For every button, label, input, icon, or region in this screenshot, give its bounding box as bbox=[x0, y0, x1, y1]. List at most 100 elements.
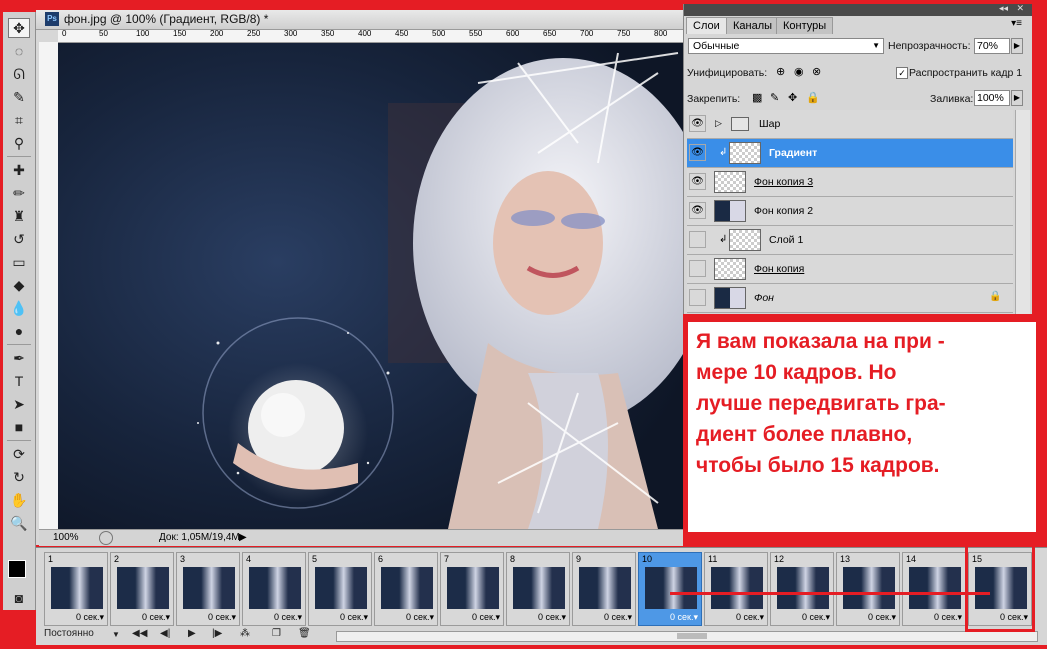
stamp-tool-icon[interactable]: ♜ bbox=[8, 206, 30, 226]
animation-frame[interactable]: 12 0 сек.▾ bbox=[770, 552, 834, 626]
animation-frame[interactable]: 7 0 сек.▾ bbox=[440, 552, 504, 626]
lasso-tool-icon[interactable]: ᘏ bbox=[8, 64, 30, 84]
dodge-tool-icon[interactable]: ● bbox=[8, 321, 30, 341]
tab-layers[interactable]: Слои bbox=[686, 17, 727, 34]
layer-row-ball[interactable]: 👁 ▷ Шар bbox=[687, 110, 1013, 139]
animation-frame[interactable]: 2 0 сек.▾ bbox=[110, 552, 174, 626]
eraser-tool-icon[interactable]: ▭ bbox=[8, 252, 30, 272]
delete-frame-icon[interactable]: 🗑 bbox=[298, 628, 311, 639]
brush-tool-icon[interactable]: ✏ bbox=[8, 183, 30, 203]
blur-tool-icon[interactable]: 💧 bbox=[8, 298, 30, 318]
frame-delay[interactable]: 0 сек.▾ bbox=[736, 612, 764, 623]
propagate-checkbox[interactable]: ✓ bbox=[896, 67, 908, 79]
first-frame-icon[interactable]: ◀◀ bbox=[132, 628, 147, 639]
3d-orbit-tool-icon[interactable]: ↻ bbox=[8, 467, 30, 487]
prev-frame-icon[interactable]: ◀| bbox=[160, 628, 170, 639]
image-canvas[interactable] bbox=[58, 43, 683, 529]
eye-hidden-icon[interactable] bbox=[689, 260, 706, 277]
quick-mask-icon[interactable]: ◙ bbox=[8, 588, 30, 608]
status-menu-icon[interactable] bbox=[99, 531, 113, 545]
lock-all-icon[interactable]: 🔒 bbox=[806, 91, 820, 104]
eye-icon[interactable]: 👁 bbox=[689, 115, 706, 132]
opacity-input[interactable]: 70% bbox=[974, 38, 1010, 54]
next-frame-icon[interactable]: |▶ bbox=[212, 628, 222, 639]
animation-frame[interactable]: 14 0 сек.▾ bbox=[902, 552, 966, 626]
marquee-tool-icon[interactable]: ◌ bbox=[8, 41, 30, 61]
animation-frame[interactable]: 13 0 сек.▾ bbox=[836, 552, 900, 626]
lock-position-icon[interactable]: ✥ bbox=[788, 91, 797, 104]
frame-delay[interactable]: 0 сек.▾ bbox=[208, 612, 236, 623]
3d-rotate-tool-icon[interactable]: ⟳ bbox=[8, 444, 30, 464]
quick-select-tool-icon[interactable]: ✎ bbox=[8, 87, 30, 107]
animation-frame[interactable]: 9 0 сек.▾ bbox=[572, 552, 636, 626]
animation-frame[interactable]: 10 0 сек.▾ bbox=[638, 552, 702, 626]
layer-row-copy[interactable]: Фон копия bbox=[687, 255, 1013, 284]
frame-delay[interactable]: 0 сек.▾ bbox=[802, 612, 830, 623]
hand-tool-icon[interactable]: ✋ bbox=[8, 490, 30, 510]
frames-scrollbar[interactable] bbox=[336, 631, 1038, 642]
eyedropper-tool-icon[interactable]: ⚲ bbox=[8, 133, 30, 153]
layer-row-copy3[interactable]: 👁 Фон копия 3 bbox=[687, 168, 1013, 197]
frame-delay[interactable]: 0 сек.▾ bbox=[142, 612, 170, 623]
animation-frame[interactable]: 4 0 сек.▾ bbox=[242, 552, 306, 626]
frame-delay[interactable]: 0 сек.▾ bbox=[340, 612, 368, 623]
close-icon[interactable]: ✕ bbox=[1016, 3, 1024, 14]
zoom-level[interactable]: 100% bbox=[53, 530, 79, 546]
paint-bucket-tool-icon[interactable]: ◆ bbox=[8, 275, 30, 295]
duplicate-frame-icon[interactable]: ❐ bbox=[272, 628, 281, 639]
frame-delay[interactable]: 0 сек.▾ bbox=[406, 612, 434, 623]
animation-frame[interactable]: 3 0 сек.▾ bbox=[176, 552, 240, 626]
unify-style-icon[interactable]: ⊗ bbox=[812, 65, 821, 78]
layer-row-gradient[interactable]: 👁 ↲ Градиент bbox=[687, 139, 1013, 168]
zoom-tool-icon[interactable]: 🔍 bbox=[8, 513, 30, 533]
frame-delay[interactable]: 0 сек.▾ bbox=[670, 612, 698, 623]
eye-icon[interactable]: 👁 bbox=[689, 173, 706, 190]
animation-frame[interactable]: 6 0 сек.▾ bbox=[374, 552, 438, 626]
layer-row-copy2[interactable]: 👁 Фон копия 2 bbox=[687, 197, 1013, 226]
animation-frame[interactable]: 8 0 сек.▾ bbox=[506, 552, 570, 626]
animation-frame[interactable]: 5 0 сек.▾ bbox=[308, 552, 372, 626]
frame-delay[interactable]: 0 сек.▾ bbox=[274, 612, 302, 623]
status-arrow-icon[interactable]: ▶ bbox=[239, 530, 247, 546]
panel-menu-icon[interactable]: ▾≡ bbox=[1011, 18, 1022, 29]
layer-row-background[interactable]: Фон 🔒 bbox=[687, 284, 1013, 313]
frame-delay[interactable]: 0 сек.▾ bbox=[538, 612, 566, 623]
animation-frame[interactable]: 1 0 сек.▾ bbox=[44, 552, 108, 626]
frame-delay[interactable]: 0 сек.▾ bbox=[76, 612, 104, 623]
fill-input[interactable]: 100% bbox=[974, 90, 1010, 106]
foreground-color-swatch[interactable] bbox=[8, 560, 26, 578]
lock-transparency-icon[interactable]: ▩ bbox=[752, 91, 762, 104]
frame-delay[interactable]: 0 сек.▾ bbox=[604, 612, 632, 623]
path-select-tool-icon[interactable]: ➤ bbox=[8, 394, 30, 414]
collapse-icon[interactable]: ◂◂ bbox=[999, 3, 1008, 14]
pen-tool-icon[interactable]: ✒ bbox=[8, 348, 30, 368]
loop-select[interactable]: Постоянно bbox=[44, 628, 94, 639]
eye-hidden-icon[interactable] bbox=[689, 231, 706, 248]
frame-delay[interactable]: 0 сек.▾ bbox=[472, 612, 500, 623]
tab-paths[interactable]: Контуры bbox=[776, 17, 834, 34]
animation-frame[interactable]: 11 0 сек.▾ bbox=[704, 552, 768, 626]
layer-row-layer1[interactable]: ↲ Слой 1 bbox=[687, 226, 1013, 255]
frame-delay[interactable]: 0 сек.▾ bbox=[934, 612, 962, 623]
chevron-down-icon[interactable]: ▼ bbox=[112, 630, 120, 639]
crop-tool-icon[interactable]: ⌗ bbox=[8, 110, 30, 130]
history-brush-tool-icon[interactable]: ↺ bbox=[8, 229, 30, 249]
unify-position-icon[interactable]: ⊕ bbox=[776, 65, 785, 78]
document-tab[interactable]: Ps фон.jpg @ 100% (Градиент, RGB/8) * bbox=[36, 10, 683, 30]
move-tool-icon[interactable]: ✥ bbox=[8, 18, 30, 38]
scrollbar-thumb[interactable] bbox=[677, 633, 707, 639]
eye-icon[interactable]: 👁 bbox=[689, 144, 706, 161]
eye-hidden-icon[interactable] bbox=[689, 289, 706, 306]
lock-pixels-icon[interactable]: ✎ bbox=[770, 91, 779, 104]
type-tool-icon[interactable]: T bbox=[8, 371, 30, 391]
blend-mode-select[interactable]: Обычные ▼ bbox=[688, 38, 884, 54]
play-icon[interactable]: ▶ bbox=[188, 628, 196, 639]
rectangle-tool-icon[interactable]: ■ bbox=[8, 417, 30, 437]
unify-visibility-icon[interactable]: ◉ bbox=[794, 65, 804, 78]
tween-icon[interactable]: ⁂ bbox=[240, 628, 250, 639]
opacity-slider-arrow-icon[interactable]: ▶ bbox=[1011, 38, 1023, 54]
group-expand-icon[interactable]: ▷ bbox=[715, 118, 722, 129]
fill-slider-arrow-icon[interactable]: ▶ bbox=[1011, 90, 1023, 106]
eye-icon[interactable]: 👁 bbox=[689, 202, 706, 219]
layers-scrollbar[interactable] bbox=[1015, 110, 1030, 314]
